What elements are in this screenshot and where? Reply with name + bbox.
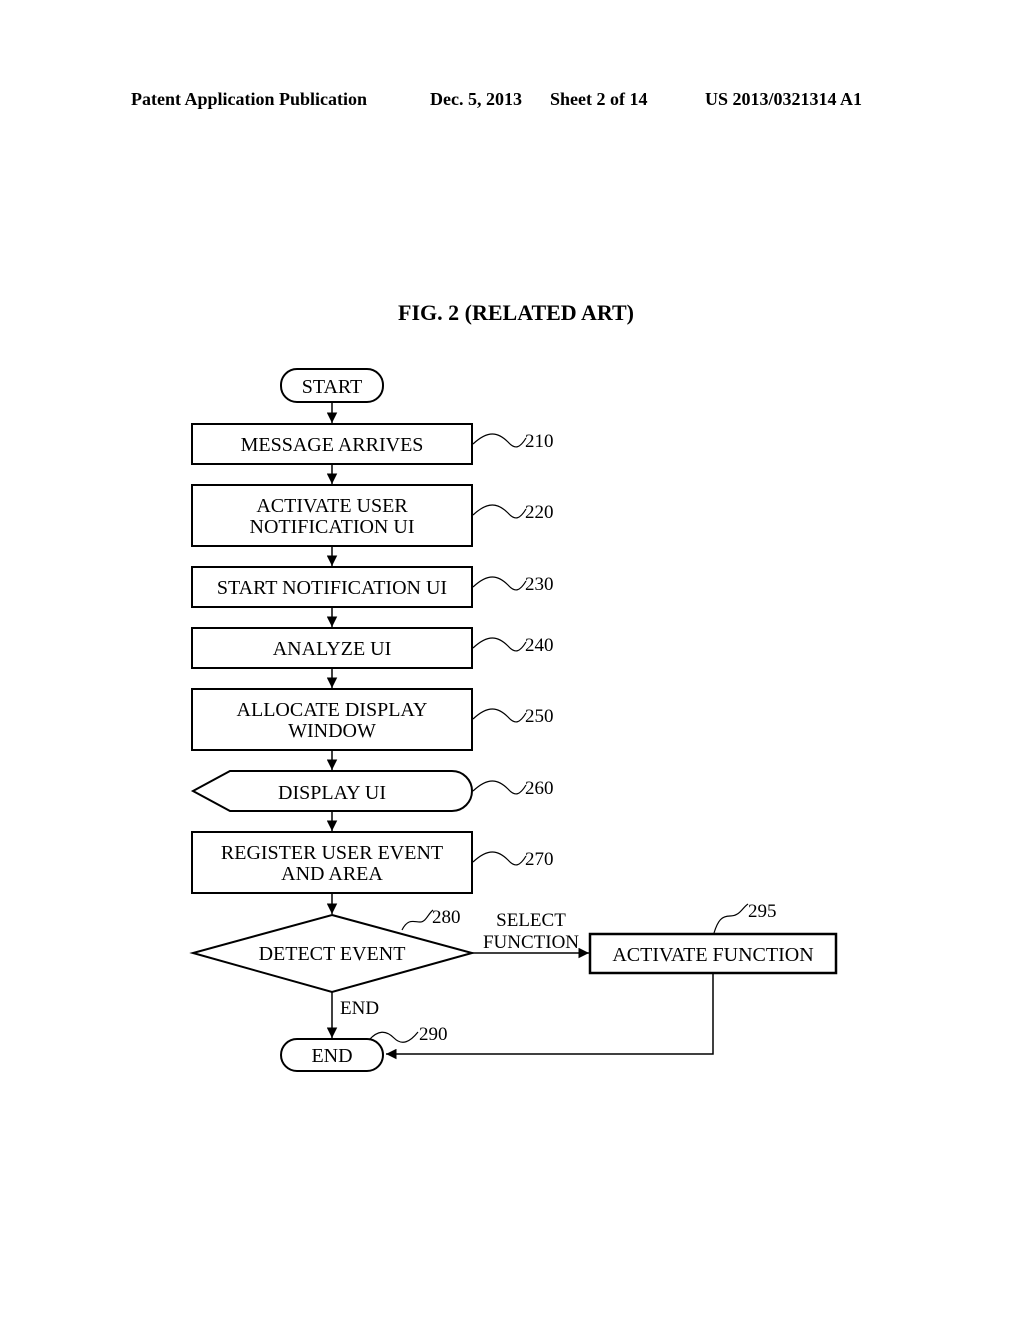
step-240: ANALYZE UI [191, 627, 473, 669]
step-230-label: START NOTIFICATION UI [217, 577, 447, 599]
branch-select-label-line1: SELECT [496, 910, 566, 931]
step-270-label-line2: AND AREA [281, 863, 383, 885]
step-270-label-line1: REGISTER USER EVENT [221, 842, 443, 864]
end-terminal: END [280, 1038, 384, 1072]
step-220: ACTIVATE USER NOTIFICATION UI [191, 484, 473, 547]
leader-295 [713, 903, 749, 934]
leader-220 [472, 504, 527, 519]
leader-290 [368, 1031, 419, 1043]
ref-270: 270 [525, 849, 554, 870]
start-terminal: START [280, 368, 384, 403]
flowchart: START MESSAGE ARRIVES ACTIVATE USER NOTI… [189, 368, 838, 1072]
branch-select-label-line2: FUNCTION [483, 932, 579, 953]
leader-210 [472, 433, 527, 448]
leader-230 [472, 576, 527, 591]
leader-240 [472, 637, 527, 652]
step-220-label-line2: NOTIFICATION UI [250, 516, 415, 538]
ref-290: 290 [419, 1024, 448, 1045]
leader-250 [472, 708, 527, 723]
ref-220: 220 [525, 502, 554, 523]
ref-260: 260 [525, 778, 554, 799]
step-260-label: DISPLAY UI [278, 782, 386, 804]
leader-270 [472, 851, 527, 866]
step-260: DISPLAY UI [190, 770, 473, 812]
step-210: MESSAGE ARRIVES [191, 423, 473, 465]
step-210-label: MESSAGE ARRIVES [241, 434, 424, 456]
end-label: END [311, 1045, 352, 1067]
ref-250: 250 [525, 706, 554, 727]
leader-260 [472, 780, 527, 795]
ref-240: 240 [525, 635, 554, 656]
branch-end-label: END [340, 998, 379, 1019]
step-240-label: ANALYZE UI [273, 638, 392, 660]
step-220-label-line1: ACTIVATE USER [256, 495, 408, 517]
step-250-label-line1: ALLOCATE DISPLAY [237, 699, 428, 721]
step-295-label: ACTIVATE FUNCTION [612, 944, 813, 966]
decision-280: DETECT EVENT [189, 913, 476, 994]
step-250-label-line2: WINDOW [288, 720, 376, 742]
step-295: ACTIVATE FUNCTION [588, 932, 838, 975]
step-230: START NOTIFICATION UI [191, 566, 473, 608]
ref-295: 295 [748, 901, 777, 922]
decision-280-label: DETECT EVENT [259, 943, 406, 965]
step-250: ALLOCATE DISPLAY WINDOW [191, 688, 473, 751]
start-label: START [302, 376, 363, 398]
ref-230: 230 [525, 574, 554, 595]
ref-210: 210 [525, 431, 554, 452]
leader-280 [401, 909, 434, 931]
ref-280: 280 [432, 907, 461, 928]
step-270: REGISTER USER EVENT AND AREA [191, 831, 473, 894]
